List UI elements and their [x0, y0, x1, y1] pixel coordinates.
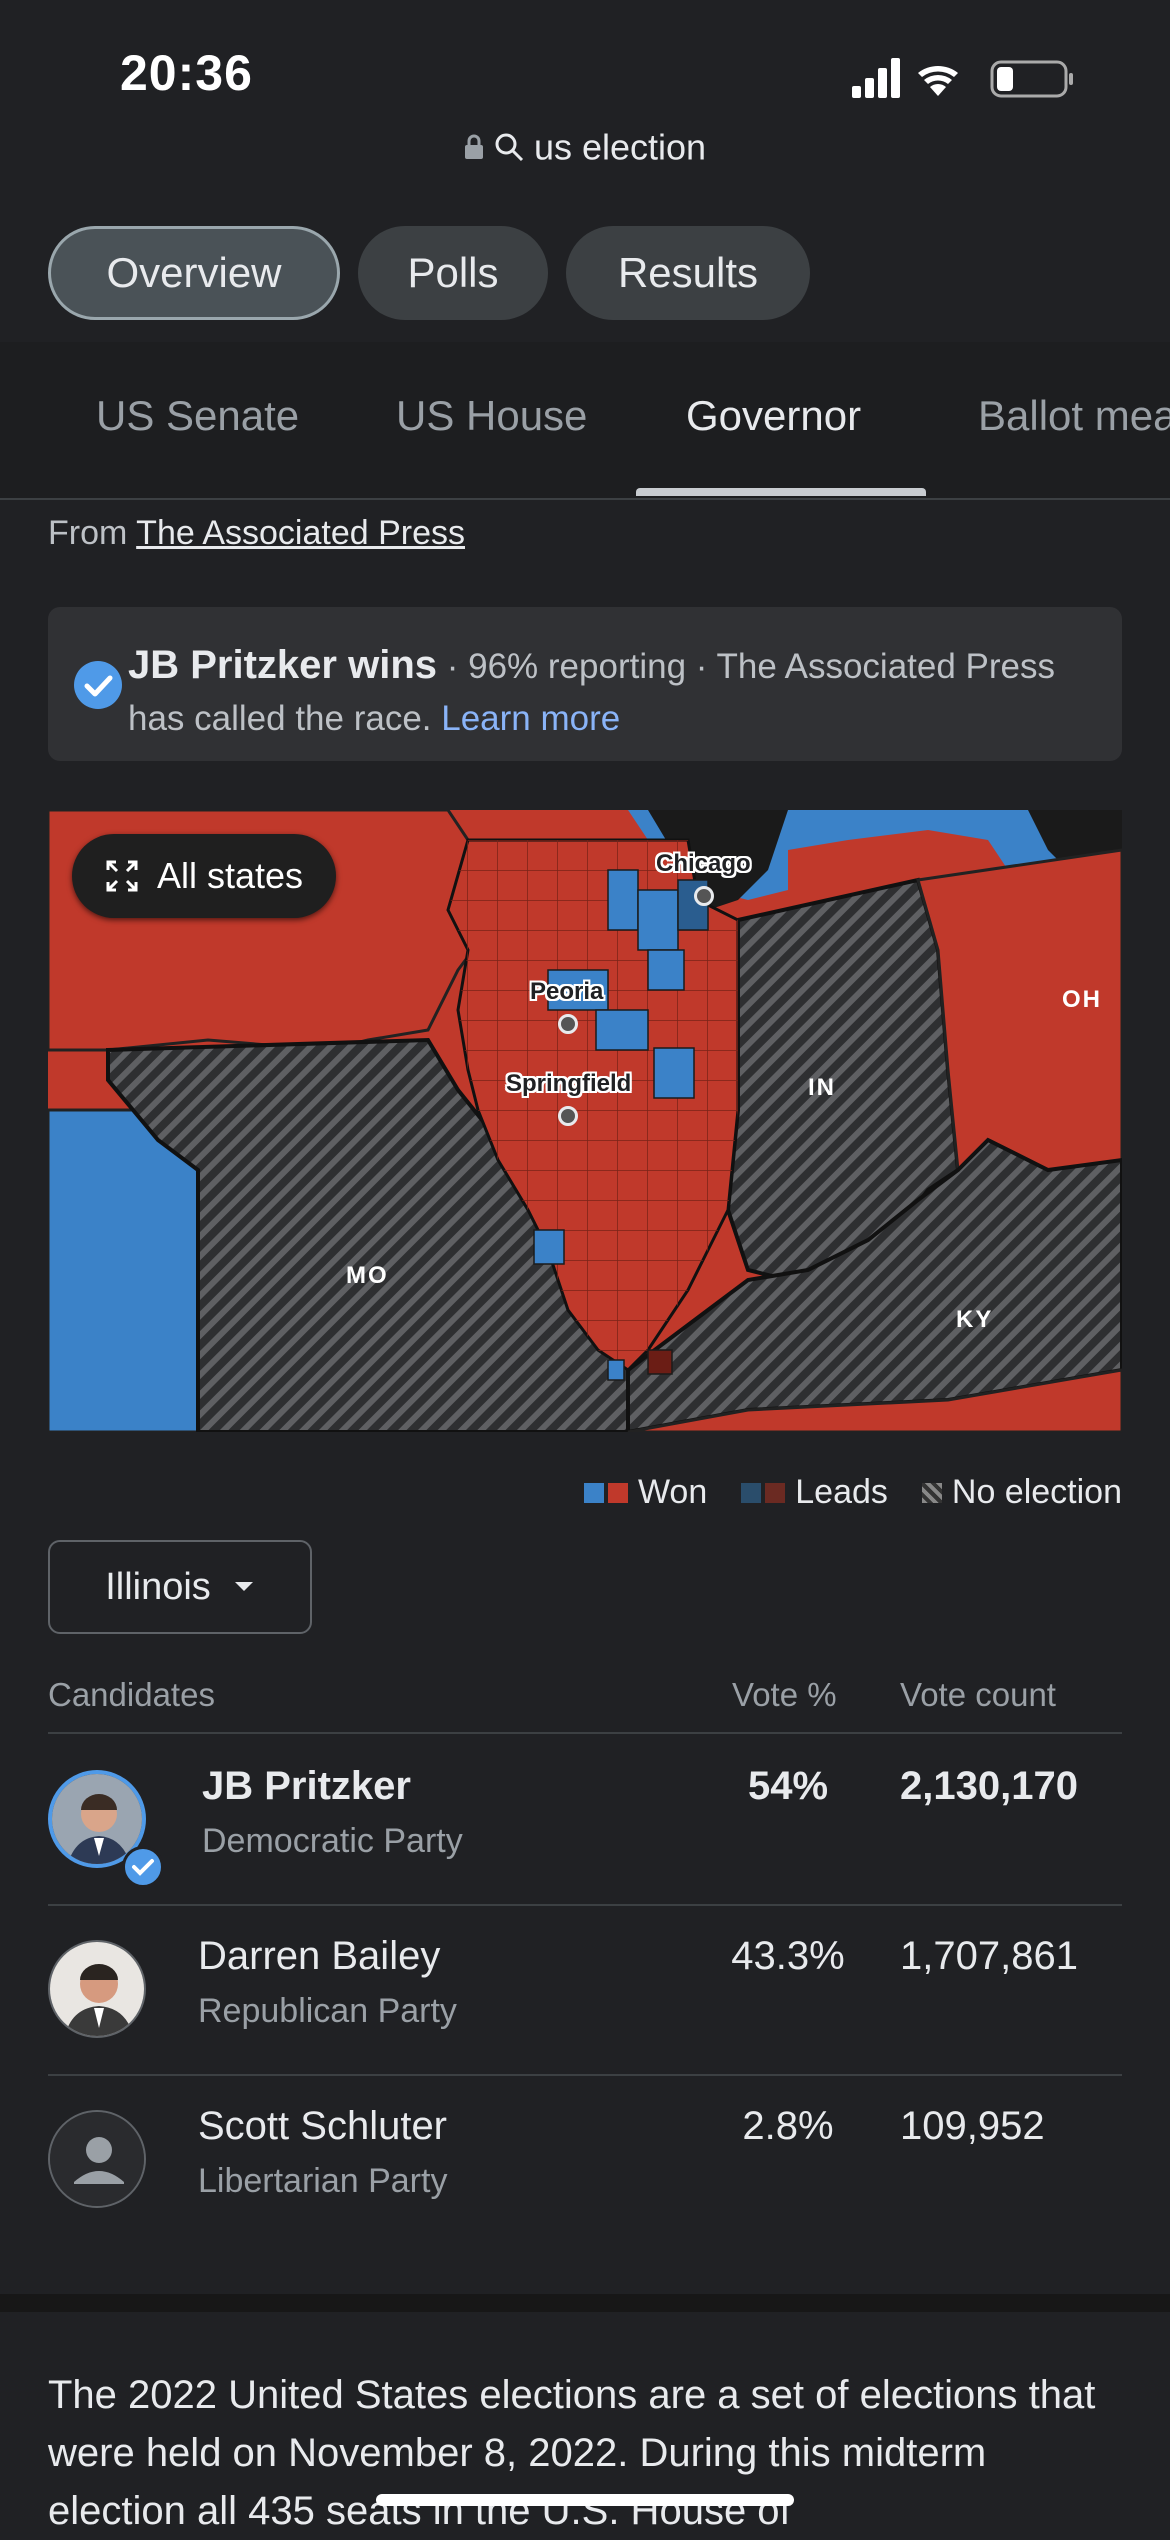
header-candidates: Candidates [48, 1676, 215, 1713]
search-icon [495, 133, 523, 162]
expand-icon [106, 860, 138, 892]
map-legend: Won Leads No election [536, 1468, 1122, 1516]
legend-won-swatch [583, 1473, 628, 1512]
legend-leads: Leads [795, 1472, 888, 1511]
vote-pct: 43.3% [731, 1934, 845, 1978]
legend-no-election: No election [951, 1472, 1122, 1511]
candidate-row[interactable]: Darren Bailey Republican Party 43.3% 1,7… [48, 1904, 1122, 2076]
state-dropdown-value: Illinois [105, 1565, 211, 1608]
all-states-label: All states [156, 855, 304, 896]
cellular-signal-icon [852, 58, 900, 98]
city-label-peoria: Peoria [530, 978, 604, 1005]
city-marker-springfield [558, 1106, 578, 1126]
vote-count: 1,707,861 [900, 1934, 1078, 1978]
address-bar[interactable]: us election [0, 124, 1170, 168]
chip-results[interactable]: Results [566, 226, 810, 320]
city-marker-peoria [558, 1014, 578, 1034]
banner-text: JB Pritzker wins · 96% reporting · The A… [128, 639, 1088, 745]
learn-more-link[interactable]: Learn more [441, 699, 620, 738]
header-vote-pct: Vote % [732, 1676, 837, 1713]
legend-leads-swatch [741, 1473, 786, 1512]
vote-count: 109,952 [900, 2104, 1045, 2148]
candidate-party: Democratic Party [202, 1822, 463, 1860]
map-label-mo: MO [346, 1262, 389, 1289]
candidate-party: Republican Party [198, 1992, 457, 2030]
lock-icon [464, 135, 483, 160]
city-label-chicago: Chicago [656, 850, 751, 877]
race-called-banner: JB Pritzker wins · 96% reporting · The A… [48, 607, 1122, 761]
legend-no-election-swatch [921, 1473, 942, 1512]
vote-count: 2,130,170 [900, 1764, 1078, 1808]
tab-us-house[interactable]: US House [396, 392, 587, 440]
city-label-springfield: Springfield [506, 1070, 632, 1097]
wifi-icon [918, 65, 958, 96]
chip-polls[interactable]: Polls [358, 226, 548, 320]
section-divider [0, 2294, 1170, 2312]
results-table-header: Candidates Vote % Vote count [48, 1672, 1122, 1734]
map-label-ky: KY [956, 1306, 994, 1333]
candidate-row[interactable]: Scott Schluter Libertarian Party 2.8% 10… [48, 2074, 1122, 2244]
city-marker-chicago [694, 886, 714, 906]
vote-pct: 54% [747, 1764, 829, 1808]
selected-tab-indicator [636, 488, 926, 496]
check-icon [74, 661, 122, 709]
avatar [48, 1940, 146, 2038]
state-dropdown[interactable]: Illinois [48, 1540, 312, 1634]
status-icons [852, 58, 1073, 98]
legend-won: Won [637, 1472, 708, 1511]
election-tabs: US Senate US House Governor Ballot measu… [0, 342, 1170, 500]
status-time: 20:36 [120, 45, 253, 101]
all-states-button[interactable]: All states [72, 834, 336, 918]
candidate-name: Darren Bailey [198, 1934, 441, 1978]
avatar-placeholder-icon [48, 2110, 146, 2208]
source-attribution: From The Associated Press [48, 514, 465, 553]
election-description: The 2022 United States elections are a s… [48, 2373, 1096, 2533]
address-text: us election [533, 126, 707, 168]
candidate-name: Scott Schluter [198, 2104, 448, 2148]
map-label-in: IN [808, 1074, 836, 1101]
caret-down-icon [234, 1582, 253, 1591]
battery-icon [990, 60, 1073, 98]
candidate-party: Libertarian Party [198, 2162, 448, 2200]
map-label-oh: OH [1062, 986, 1102, 1013]
tab-governor[interactable]: Governor [686, 392, 861, 440]
source-link[interactable]: The Associated Press [136, 514, 465, 552]
chip-overview[interactable]: Overview [48, 226, 340, 320]
candidate-name: JB Pritzker [202, 1764, 411, 1808]
tab-us-senate[interactable]: US Senate [96, 392, 299, 440]
banner-winner: JB Pritzker wins [128, 643, 438, 687]
vote-pct: 2.8% [742, 2104, 834, 2148]
winner-check-icon [122, 1846, 164, 1888]
candidate-row[interactable]: JB Pritzker Democratic Party 54% 2,130,1… [48, 1734, 1122, 1906]
header-vote-count: Vote count [900, 1676, 1056, 1713]
tab-ballot-measures[interactable]: Ballot measures [978, 392, 1170, 440]
home-indicator[interactable] [376, 2494, 794, 2506]
source-prefix: From [48, 514, 128, 552]
